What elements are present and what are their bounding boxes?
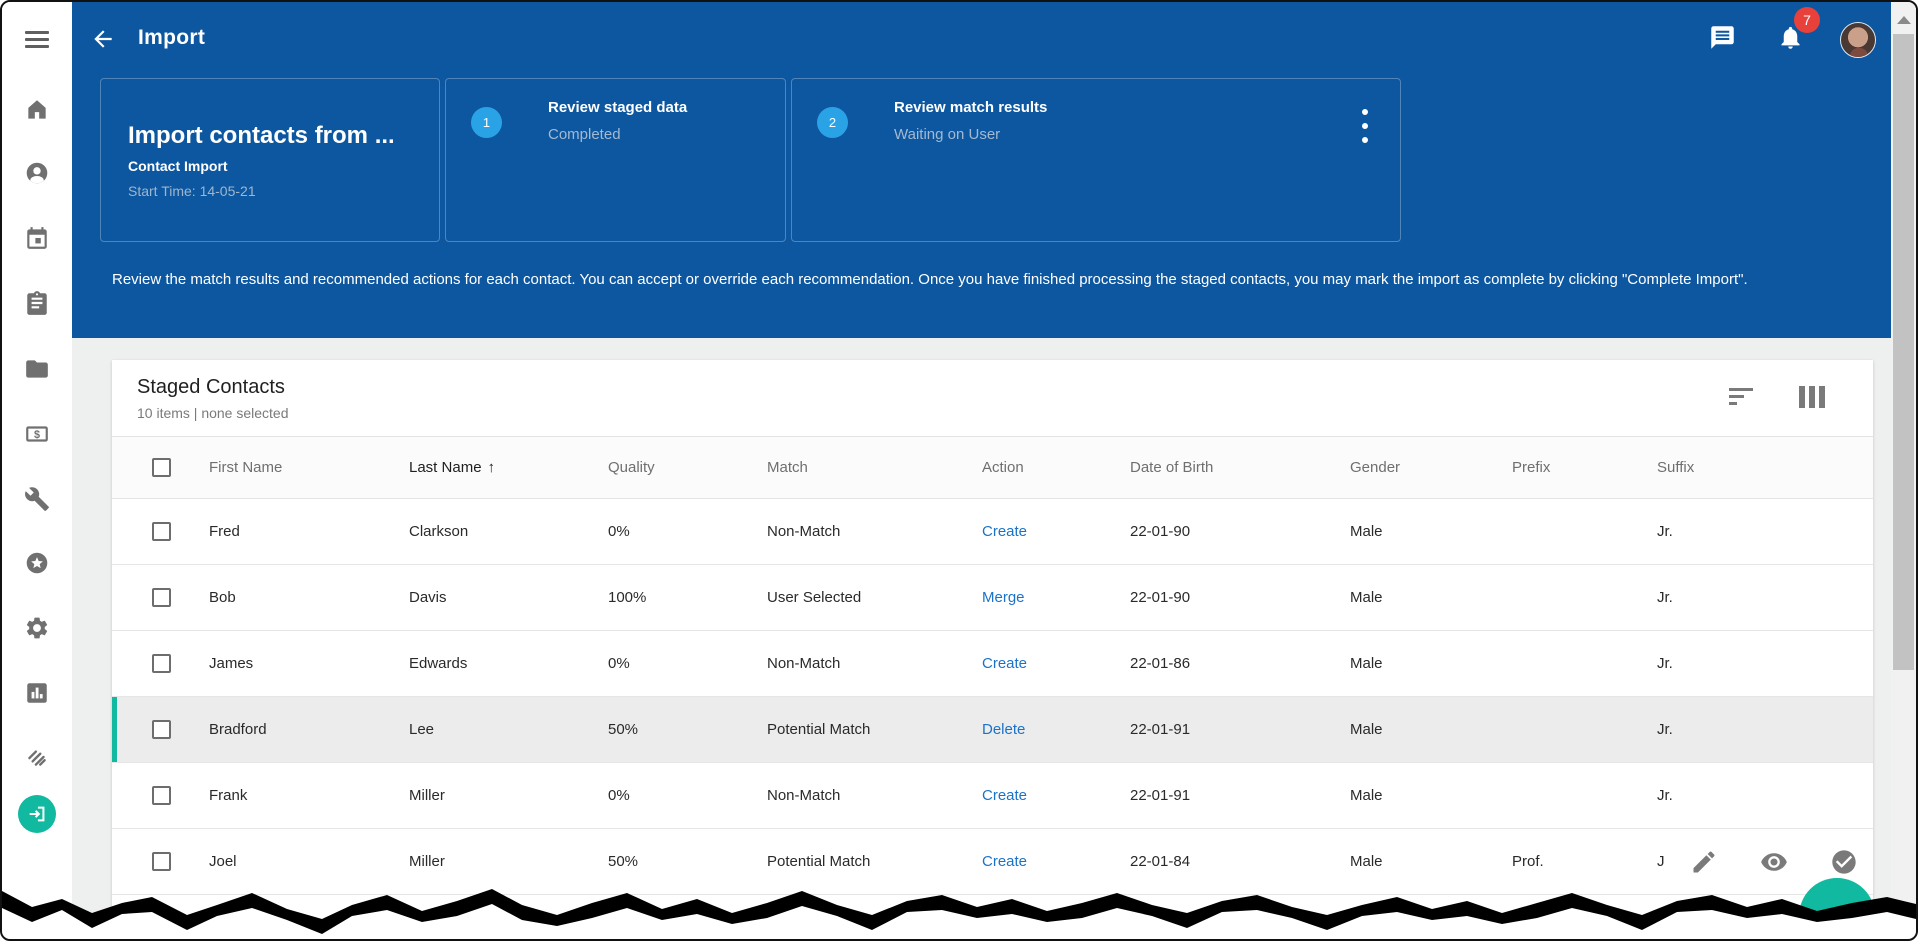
table-row-selected[interactable]: Bradford Lee 50% Potential Match Delete … (112, 697, 1873, 763)
import-icon (29, 806, 45, 822)
staged-contacts-card: Staged Contacts 10 items | none selected… (112, 360, 1873, 939)
view-eye-icon (1761, 853, 1787, 871)
gear-icon (26, 617, 48, 639)
folder-icon (26, 360, 48, 378)
step-status: Completed (548, 126, 621, 143)
up-arrow-icon (1896, 16, 1911, 24)
step-card-2[interactable]: 2 Review match results Waiting on User (791, 78, 1401, 242)
col-prefix[interactable]: Prefix (1512, 459, 1657, 476)
job-title: Import contacts from ... (128, 122, 395, 149)
table-header-bar: Staged Contacts 10 items | none selected (112, 360, 1873, 437)
row-checkbox[interactable] (152, 588, 171, 607)
bar-chart-icon (27, 683, 47, 703)
row-checkbox[interactable] (152, 654, 171, 673)
app-window: $ Import 7 Import contacts from ... Cont… (0, 0, 1918, 941)
page-header: Import 7 Import contacts from ... Contac… (72, 2, 1895, 338)
person-icon (26, 162, 48, 184)
home-icon (28, 100, 46, 119)
row-checkbox[interactable] (152, 720, 171, 739)
col-last-name[interactable]: Last Name ↑ (409, 459, 608, 476)
action-link[interactable]: Create (982, 787, 1130, 804)
view-button[interactable] (1760, 848, 1788, 876)
action-link[interactable]: Create (982, 853, 1130, 870)
notification-badge: 7 (1794, 7, 1820, 33)
sort-asc-arrow-icon: ↑ (487, 459, 496, 476)
vertical-scrollbar[interactable] (1891, 2, 1916, 939)
sidebar-item-billing[interactable]: $ (17, 414, 57, 454)
row-checkbox[interactable] (152, 852, 171, 871)
svg-text:$: $ (34, 429, 40, 441)
sidebar-item-documents[interactable] (17, 349, 57, 389)
step-number-badge: 1 (471, 107, 502, 138)
col-date-of-birth[interactable]: Date of Birth (1130, 459, 1350, 476)
edit-button[interactable] (1690, 848, 1718, 876)
sidebar-item-contacts[interactable] (17, 153, 57, 193)
action-link[interactable]: Delete (982, 721, 1130, 738)
table-title: Staged Contacts (137, 376, 285, 398)
row-checkbox[interactable] (152, 786, 171, 805)
select-all-checkbox[interactable] (152, 458, 171, 477)
col-quality[interactable]: Quality (608, 459, 767, 476)
edit-pencil-icon (1693, 851, 1715, 873)
job-type: Contact Import (128, 158, 228, 174)
sidebar: $ (2, 2, 72, 939)
back-button[interactable] (90, 26, 120, 56)
sidebar-item-reports[interactable] (17, 673, 57, 713)
sidebar-item-calendar[interactable] (17, 218, 57, 258)
menu-icon[interactable] (17, 19, 57, 59)
action-link[interactable]: Merge (982, 589, 1130, 606)
job-start-time: Start Time: 14-05-21 (128, 183, 256, 199)
action-link[interactable]: Create (982, 655, 1130, 672)
col-first-name[interactable]: First Name (209, 459, 409, 476)
calendar-icon (27, 227, 47, 249)
star-circle-icon (26, 552, 48, 574)
chat-button[interactable] (1709, 24, 1741, 56)
table-row[interactable]: Joel Miller 50% Potential Match Create 2… (112, 829, 1873, 895)
table-row[interactable]: James Edwards 0% Non-Match Create 22-01-… (112, 631, 1873, 697)
avatar[interactable] (1840, 22, 1876, 58)
action-link[interactable]: Create (982, 523, 1130, 540)
table-row[interactable]: Frank Miller 0% Non-Match Create 22-01-9… (112, 763, 1873, 829)
col-gender[interactable]: Gender (1350, 459, 1512, 476)
table-row[interactable]: Bob Davis 100% User Selected Merge 22-01… (112, 565, 1873, 631)
col-action[interactable]: Action (982, 459, 1130, 476)
top-app-bar: Import 7 (72, 2, 1895, 66)
row-checkbox[interactable] (152, 522, 171, 541)
wrench-icon (25, 487, 49, 511)
sidebar-item-tools[interactable] (17, 479, 57, 519)
accept-check-icon (1832, 850, 1856, 874)
back-arrow-icon (94, 30, 112, 48)
scroll-up-button[interactable] (1891, 8, 1916, 32)
columns-icon[interactable] (1799, 386, 1825, 408)
clipboard-icon (27, 291, 47, 315)
sidebar-item-home[interactable] (17, 90, 57, 130)
table-row[interactable]: Fred Clarkson 0% Non-Match Create 22-01-… (112, 499, 1873, 565)
kebab-menu-icon[interactable] (1356, 109, 1374, 143)
scrollbar-thumb[interactable] (1893, 34, 1914, 670)
sort-icon[interactable] (1729, 388, 1755, 408)
accept-button[interactable] (1830, 848, 1858, 876)
money-icon: $ (26, 426, 48, 442)
step-title: Review staged data (548, 99, 688, 116)
table-header-row: First Name Last Name ↑ Quality Match Acti… (112, 437, 1873, 499)
handshake-icon (28, 750, 46, 766)
step-status: Waiting on User (894, 126, 1001, 143)
sidebar-item-settings[interactable] (17, 608, 57, 648)
page-title: Import (138, 26, 206, 49)
step-card-1[interactable]: 1 Review staged data Completed (445, 78, 786, 242)
col-suffix[interactable]: Suffix (1657, 459, 1873, 476)
sidebar-item-favorites[interactable] (17, 543, 57, 583)
sidebar-item-import-active[interactable] (18, 795, 56, 833)
chat-icon (1711, 26, 1734, 49)
step-title: Review match results (894, 99, 1048, 116)
step-description: Review the match results and recommended… (112, 271, 1748, 288)
sidebar-item-tasks[interactable] (17, 283, 57, 323)
sidebar-item-partners[interactable] (17, 737, 57, 777)
step-number-badge: 2 (817, 107, 848, 138)
import-job-card[interactable]: Import contacts from ... Contact Import … (100, 78, 440, 242)
col-match[interactable]: Match (767, 459, 982, 476)
table-summary: 10 items | none selected (137, 405, 289, 421)
